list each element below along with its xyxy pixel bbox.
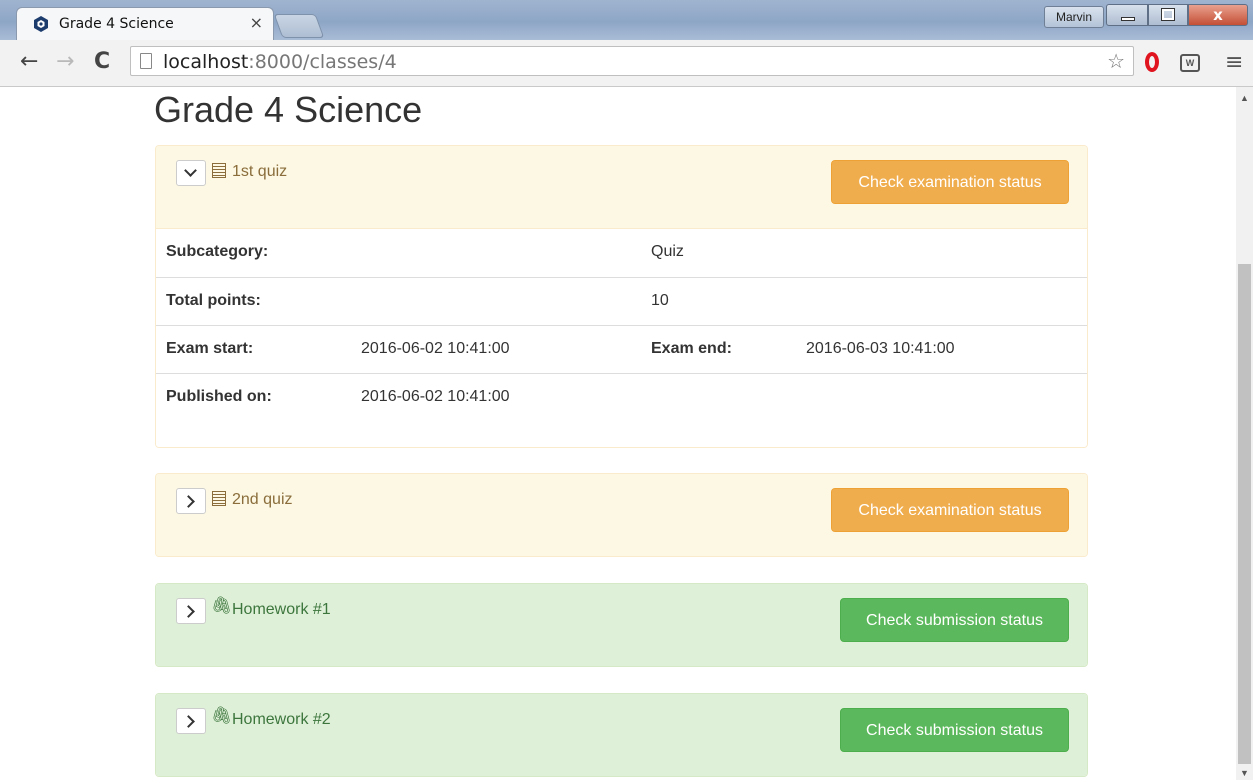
close-icon: x xyxy=(1213,6,1223,24)
window-close-button[interactable]: x xyxy=(1188,4,1248,26)
detail-row-published: Published on: 2016-06-02 10:41:00 xyxy=(156,373,1087,421)
panel-heading: 🖇 Homework #1 Check submission status xyxy=(156,584,1087,666)
item-title: 1st quiz xyxy=(232,163,288,180)
extension-icon[interactable]: W xyxy=(1180,54,1200,72)
check-examination-status-button[interactable]: Check examination status xyxy=(831,488,1069,532)
url-text: localhost:8000/classes/4 xyxy=(163,51,397,73)
toggle-button[interactable] xyxy=(176,160,206,186)
minimize-button[interactable] xyxy=(1106,4,1148,26)
detail-label: Published on: xyxy=(166,388,272,405)
opera-extension-icon[interactable] xyxy=(1145,52,1159,72)
detail-value: 10 xyxy=(651,292,669,309)
bookmark-star-icon[interactable]: ☆ xyxy=(1107,49,1125,73)
detail-label: Exam end: xyxy=(651,340,732,357)
page-icon xyxy=(140,53,152,69)
detail-value: 2016-06-03 10:41:00 xyxy=(806,340,955,357)
url-path: :8000/classes/4 xyxy=(248,51,397,73)
panel-heading: 1st quiz Check examination status xyxy=(156,146,1087,228)
toggle-button[interactable] xyxy=(176,598,206,624)
detail-label: Subcategory: xyxy=(166,243,269,260)
forward-arrow-icon[interactable]: → xyxy=(56,50,74,74)
quiz-panel-2: 2nd quiz Check examination status xyxy=(155,473,1088,557)
reload-icon[interactable]: C xyxy=(94,50,110,74)
homework-panel-2: 🖇 Homework #2 Check submission status xyxy=(155,693,1088,777)
browser-titlebar: Grade 4 Science × Marvin x xyxy=(0,0,1253,41)
chevron-right-icon xyxy=(182,605,195,618)
toggle-button[interactable] xyxy=(176,488,206,514)
url-host: localhost xyxy=(163,51,249,73)
page-title: Grade 4 Science xyxy=(154,89,423,130)
check-submission-status-button[interactable]: Check submission status xyxy=(840,708,1069,752)
toggle-button[interactable] xyxy=(176,708,206,734)
new-tab-button[interactable] xyxy=(273,14,325,38)
panel-heading: 🖇 Homework #2 Check submission status xyxy=(156,694,1087,776)
list-alt-icon xyxy=(212,163,226,178)
quiz-panel-1: 1st quiz Check examination status Subcat… xyxy=(155,145,1088,448)
tab-close-icon[interactable]: × xyxy=(250,14,263,32)
maximize-button[interactable] xyxy=(1148,4,1188,26)
details-table: Subcategory: Quiz Total points: 10 Exam … xyxy=(156,228,1087,447)
detail-label: Exam start: xyxy=(166,340,254,357)
item-title: Homework #1 xyxy=(232,601,331,618)
detail-row-exam-times: Exam start: 2016-06-02 10:41:00 Exam end… xyxy=(156,325,1087,373)
chevron-right-icon xyxy=(182,495,195,508)
app-favicon-icon xyxy=(34,16,48,32)
detail-row-total-points: Total points: 10 xyxy=(156,277,1087,325)
scroll-down-icon[interactable]: ▼ xyxy=(1240,768,1249,778)
item-title: 2nd quiz xyxy=(232,491,293,508)
chevron-right-icon xyxy=(182,715,195,728)
panel-heading: 2nd quiz Check examination status xyxy=(156,474,1087,556)
list-alt-icon xyxy=(212,491,226,506)
back-arrow-icon[interactable]: ← xyxy=(20,50,38,74)
homework-panel-1: 🖇 Homework #1 Check submission status xyxy=(155,583,1088,667)
detail-value: 2016-06-02 10:41:00 xyxy=(361,340,510,357)
address-bar[interactable]: localhost:8000/classes/4 ☆ xyxy=(130,46,1134,76)
detail-value: Quiz xyxy=(651,243,684,260)
browser-tab[interactable]: Grade 4 Science × xyxy=(16,7,274,41)
browser-toolbar: ← → C localhost:8000/classes/4 ☆ xyxy=(0,40,1253,87)
paperclip-icon: 🖇 xyxy=(211,706,233,726)
chevron-down-icon xyxy=(184,164,197,177)
vertical-scrollbar[interactable]: ▲ ▼ xyxy=(1236,87,1253,780)
scrollbar-thumb[interactable] xyxy=(1238,264,1251,764)
page-viewport: Grade 4 Science 1st quiz Check examinati… xyxy=(0,87,1236,780)
paperclip-icon: 🖇 xyxy=(211,596,233,616)
menu-icon[interactable]: ≡ xyxy=(1225,50,1243,75)
scroll-up-icon[interactable]: ▲ xyxy=(1240,93,1249,103)
check-examination-status-button[interactable]: Check examination status xyxy=(831,160,1069,204)
profile-button[interactable]: Marvin xyxy=(1044,6,1104,28)
detail-value: 2016-06-02 10:41:00 xyxy=(361,388,510,405)
detail-row-subcategory: Subcategory: Quiz xyxy=(156,229,1087,277)
item-title: Homework #2 xyxy=(232,711,331,728)
check-submission-status-button[interactable]: Check submission status xyxy=(840,598,1069,642)
tab-title: Grade 4 Science xyxy=(59,16,174,32)
detail-label: Total points: xyxy=(166,292,261,309)
